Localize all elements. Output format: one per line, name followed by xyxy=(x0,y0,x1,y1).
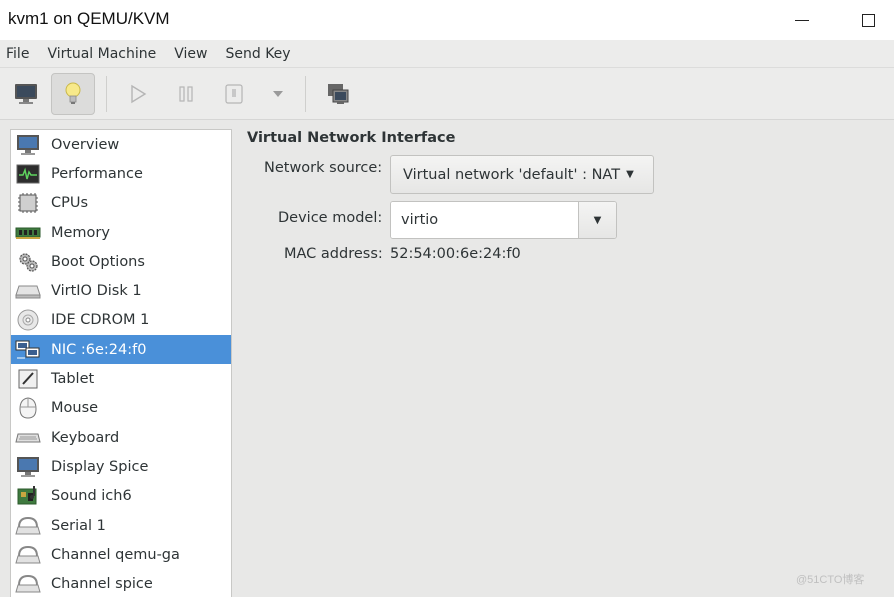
sidebar-item-label: Boot Options xyxy=(51,253,145,270)
performance-graph-icon xyxy=(15,162,41,186)
keyboard-icon xyxy=(15,426,41,450)
sidebar-item-label: Tablet xyxy=(51,371,95,388)
sidebar-item-label: NIC :6e:24:f0 xyxy=(51,341,147,358)
shutdown-button[interactable] xyxy=(212,73,256,115)
shutdown-menu-button[interactable] xyxy=(256,73,300,115)
console-button[interactable] xyxy=(4,73,48,115)
toolbar-separator xyxy=(305,76,306,112)
sidebar-item-performance[interactable]: Performance xyxy=(11,159,231,188)
hardware-list: Overview Performance CPUs Memory Boot Op… xyxy=(10,129,232,597)
maximize-button[interactable] xyxy=(854,6,882,34)
sidebar-item-label: Performance xyxy=(51,165,143,182)
sidebar-item-label: Keyboard xyxy=(51,429,120,446)
serial-port-icon xyxy=(15,514,41,538)
menu-view[interactable]: View xyxy=(174,46,207,62)
sidebar-item-channel-qemu-ga[interactable]: Channel qemu-ga xyxy=(11,540,231,569)
sidebar-item-tablet[interactable]: Tablet xyxy=(11,364,231,393)
details-button[interactable] xyxy=(51,73,95,115)
sidebar-item-sound-ich6[interactable]: Sound ich6 xyxy=(11,482,231,511)
section-title: Virtual Network Interface xyxy=(247,130,456,146)
chevron-down-icon: ▼ xyxy=(593,214,602,226)
sidebar-item-serial-1[interactable]: Serial 1 xyxy=(11,511,231,540)
details-panel: Virtual Network Interface Network source… xyxy=(232,120,894,597)
network-source-dropdown[interactable]: Virtual network 'default' : NAT ▼ xyxy=(390,155,654,194)
sidebar-item-display-spice[interactable]: Display Spice xyxy=(11,452,231,481)
console-icon xyxy=(15,84,37,104)
snapshots-icon xyxy=(328,84,349,104)
cdrom-icon xyxy=(15,308,41,332)
sidebar-item-nic[interactable]: NIC :6e:24:f0 xyxy=(11,335,231,365)
cpu-chip-icon xyxy=(15,191,41,215)
sidebar-item-label: Sound ich6 xyxy=(51,488,132,505)
device-model-label: Device model: xyxy=(278,210,383,226)
run-button[interactable] xyxy=(116,73,160,115)
sidebar-item-mouse[interactable]: Mouse xyxy=(11,394,231,423)
run-icon xyxy=(131,84,147,104)
chevron-down-icon: ▼ xyxy=(626,169,634,180)
hard-disk-icon xyxy=(15,279,41,303)
window-title: kvm1 on QEMU/KVM xyxy=(8,9,170,28)
sidebar-item-channel-spice[interactable]: Channel spice xyxy=(11,569,231,597)
toolbar xyxy=(0,68,894,120)
pause-icon xyxy=(179,86,193,102)
snapshots-button[interactable] xyxy=(316,73,360,115)
pause-button[interactable] xyxy=(164,73,208,115)
sound-card-icon xyxy=(15,484,41,508)
sidebar-item-label: Channel spice xyxy=(51,576,153,593)
sidebar-item-label: Overview xyxy=(51,136,120,153)
sidebar-item-boot-options[interactable]: Boot Options xyxy=(11,247,231,276)
gears-icon xyxy=(15,250,41,274)
mac-address-label: MAC address: xyxy=(284,246,383,262)
lightbulb-details-icon xyxy=(65,82,81,104)
sidebar-item-label: Mouse xyxy=(51,400,99,417)
sidebar-item-label: Channel qemu-ga xyxy=(51,546,180,563)
sidebar-item-label: VirtIO Disk 1 xyxy=(51,283,142,300)
menu-send-key[interactable]: Send Key xyxy=(225,46,290,62)
device-model-combo: virtio ▼ xyxy=(390,201,617,239)
sidebar-item-ide-cdrom-1[interactable]: IDE CDROM 1 xyxy=(11,306,231,335)
device-model-input[interactable]: virtio xyxy=(391,202,578,238)
display-icon xyxy=(15,455,41,479)
maximize-icon xyxy=(861,13,875,27)
sidebar-item-cpus[interactable]: CPUs xyxy=(11,189,231,218)
sidebar-item-keyboard[interactable]: Keyboard xyxy=(11,423,231,452)
menu-virtual-machine[interactable]: Virtual Machine xyxy=(47,46,156,62)
sidebar-item-label: Serial 1 xyxy=(51,517,106,534)
network-card-icon xyxy=(15,338,41,362)
minimize-icon xyxy=(795,19,809,21)
minimize-button[interactable] xyxy=(788,6,816,34)
title-bar: kvm1 on QEMU/KVM xyxy=(0,0,894,40)
sidebar-item-label: Display Spice xyxy=(51,458,149,475)
watermark: @51CTO博客 xyxy=(796,574,865,586)
sidebar-item-memory[interactable]: Memory xyxy=(11,218,231,247)
toolbar-separator xyxy=(106,76,107,112)
sidebar-item-label: IDE CDROM 1 xyxy=(51,312,150,329)
sidebar-item-virtio-disk-1[interactable]: VirtIO Disk 1 xyxy=(11,276,231,305)
monitor-icon xyxy=(15,133,41,157)
memory-module-icon xyxy=(15,221,41,245)
sidebar-item-label: CPUs xyxy=(51,195,89,212)
mac-address-value: 52:54:00:6e:24:f0 xyxy=(390,246,521,262)
device-model-dropdown-button[interactable]: ▼ xyxy=(578,202,616,238)
menu-file[interactable]: File xyxy=(6,46,29,62)
shutdown-menu-icon xyxy=(273,91,283,97)
tablet-icon xyxy=(15,367,41,391)
channel-icon xyxy=(15,543,41,567)
network-source-value: Virtual network 'default' : NAT xyxy=(403,166,621,183)
sidebar-item-label: Memory xyxy=(51,224,110,241)
channel-icon xyxy=(15,572,41,596)
shutdown-icon xyxy=(225,84,243,104)
sidebar-item-overview[interactable]: Overview xyxy=(11,130,231,159)
menu-bar: File Virtual Machine View Send Key xyxy=(0,40,894,68)
network-source-label: Network source: xyxy=(264,160,383,176)
mouse-icon xyxy=(15,396,41,420)
